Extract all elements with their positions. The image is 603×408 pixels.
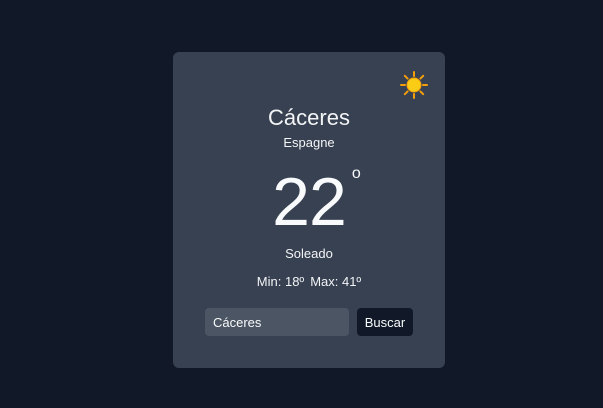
search-button[interactable]: Buscar bbox=[357, 308, 413, 336]
temperature-display: 22 o bbox=[173, 162, 445, 242]
max-temperature: Max: 41º bbox=[310, 274, 362, 289]
city-name: Cáceres bbox=[268, 105, 350, 130]
temperature-number: 22 bbox=[272, 164, 347, 240]
weather-card: Cáceres Espagne 22 o Soleado Min: 18º Max… bbox=[173, 52, 445, 368]
city-search-input[interactable] bbox=[205, 308, 349, 336]
weather-condition: Soleado bbox=[285, 246, 333, 261]
min-max-temperatures: Min: 18º Max: 41º bbox=[173, 274, 445, 289]
degree-symbol: o bbox=[351, 165, 361, 182]
temperature-value: 22 o bbox=[272, 162, 361, 242]
search-row: Buscar bbox=[205, 308, 413, 336]
min-temperature: Min: 18º bbox=[256, 274, 305, 289]
country-name: Espagne bbox=[283, 135, 335, 150]
sun-icon bbox=[400, 71, 428, 99]
